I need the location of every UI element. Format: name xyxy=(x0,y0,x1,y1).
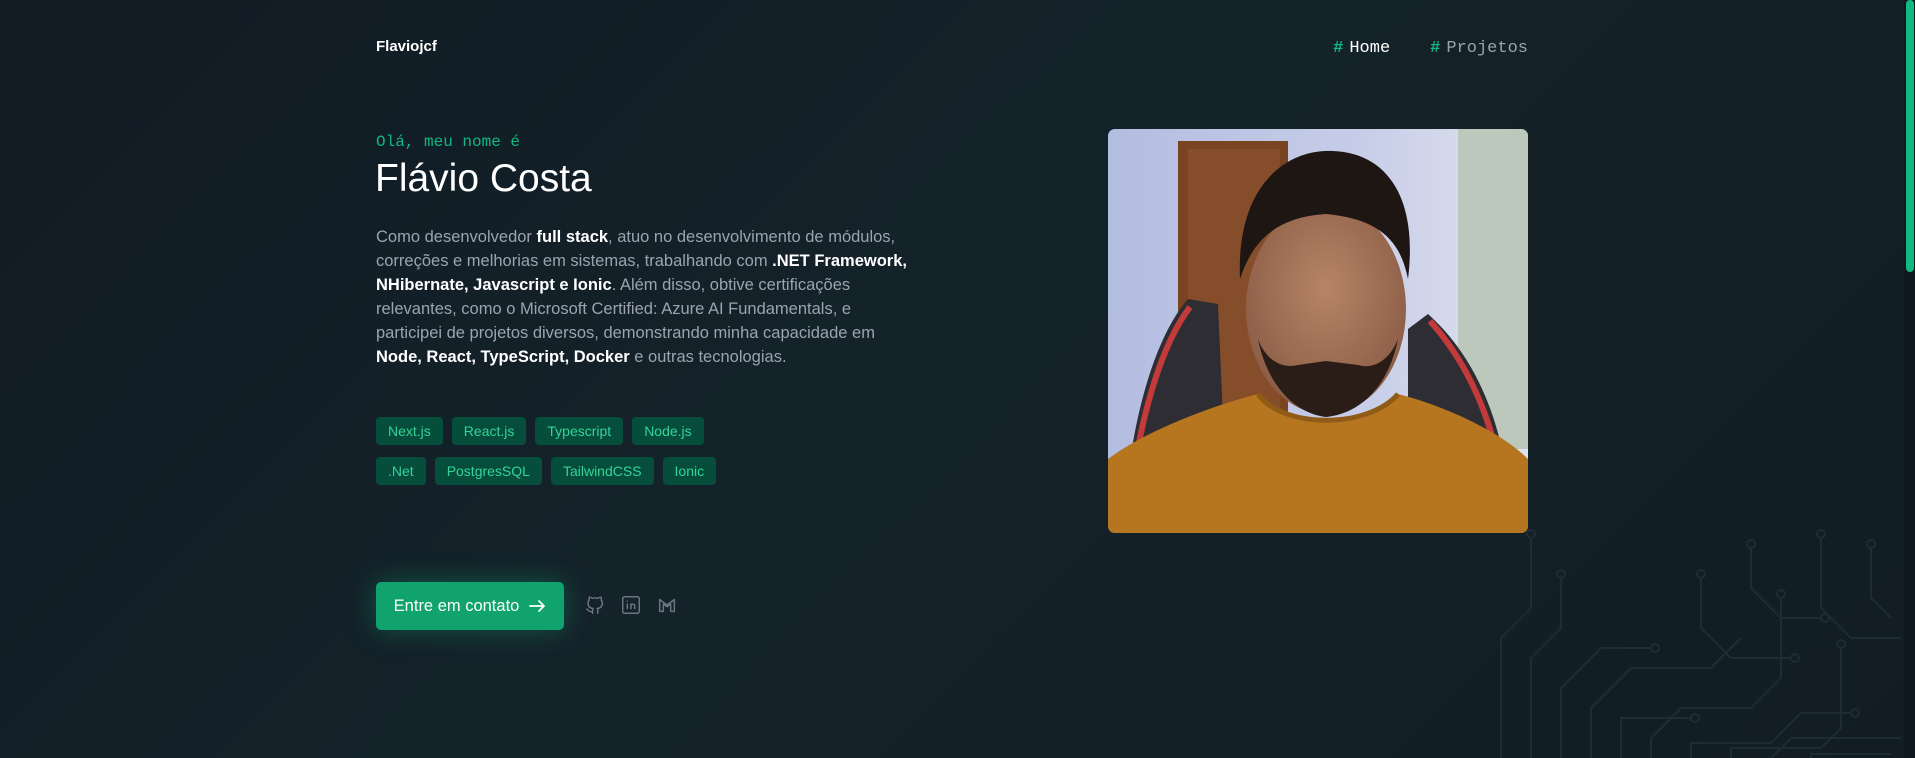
site-logo[interactable]: Flaviojcf xyxy=(376,38,437,55)
tech-tag: PostgresSQL xyxy=(434,457,542,485)
hash-symbol: # xyxy=(1430,39,1441,58)
tech-tag: Node.js xyxy=(632,417,704,445)
hero-name: Flávio Costa xyxy=(375,157,592,200)
social-links xyxy=(584,594,678,616)
tech-tag: Next.js xyxy=(376,417,443,445)
hash-symbol: # xyxy=(1333,39,1344,58)
contact-button[interactable]: Entre em contato xyxy=(376,582,564,630)
bio-highlight: full stack xyxy=(536,228,609,246)
greeting-text: Olá, meu nome é xyxy=(376,133,521,151)
nav-projetos-link[interactable]: # Projetos xyxy=(1430,39,1528,58)
bio-segment: e outras tecnologias. xyxy=(629,348,787,366)
bio-highlight: Node, React, TypeScript, Docker xyxy=(376,348,630,366)
tech-tag: Typescript xyxy=(535,417,624,445)
tech-tag: TailwindCSS xyxy=(550,457,654,485)
github-icon[interactable] xyxy=(584,594,606,616)
profile-photo-image xyxy=(1108,129,1528,533)
tech-tag: .Net xyxy=(376,457,426,485)
nav-projetos-label: Projetos xyxy=(1446,39,1528,58)
main-nav: # Home # Projetos xyxy=(1333,39,1528,58)
tech-tag: Ionic xyxy=(662,457,717,485)
nav-home-link[interactable]: # Home xyxy=(1333,39,1390,58)
scrollbar-thumb[interactable] xyxy=(1906,0,1914,272)
bio-paragraph: Como desenvolvedor full stack, atuo no d… xyxy=(376,225,916,369)
scrollbar[interactable] xyxy=(1904,0,1915,758)
tech-tag: React.js xyxy=(451,417,527,445)
tech-tags: Next.js React.js Typescript Node.js .Net… xyxy=(376,417,756,485)
arrow-right-icon xyxy=(529,600,546,612)
linkedin-icon[interactable] xyxy=(620,594,642,616)
profile-photo xyxy=(1108,129,1528,533)
nav-home-label: Home xyxy=(1349,39,1391,58)
circuit-pattern xyxy=(1500,529,1901,758)
contact-button-label: Entre em contato xyxy=(393,596,520,615)
bio-segment: Como desenvolvedor xyxy=(376,228,537,246)
gmail-icon[interactable] xyxy=(656,594,678,616)
